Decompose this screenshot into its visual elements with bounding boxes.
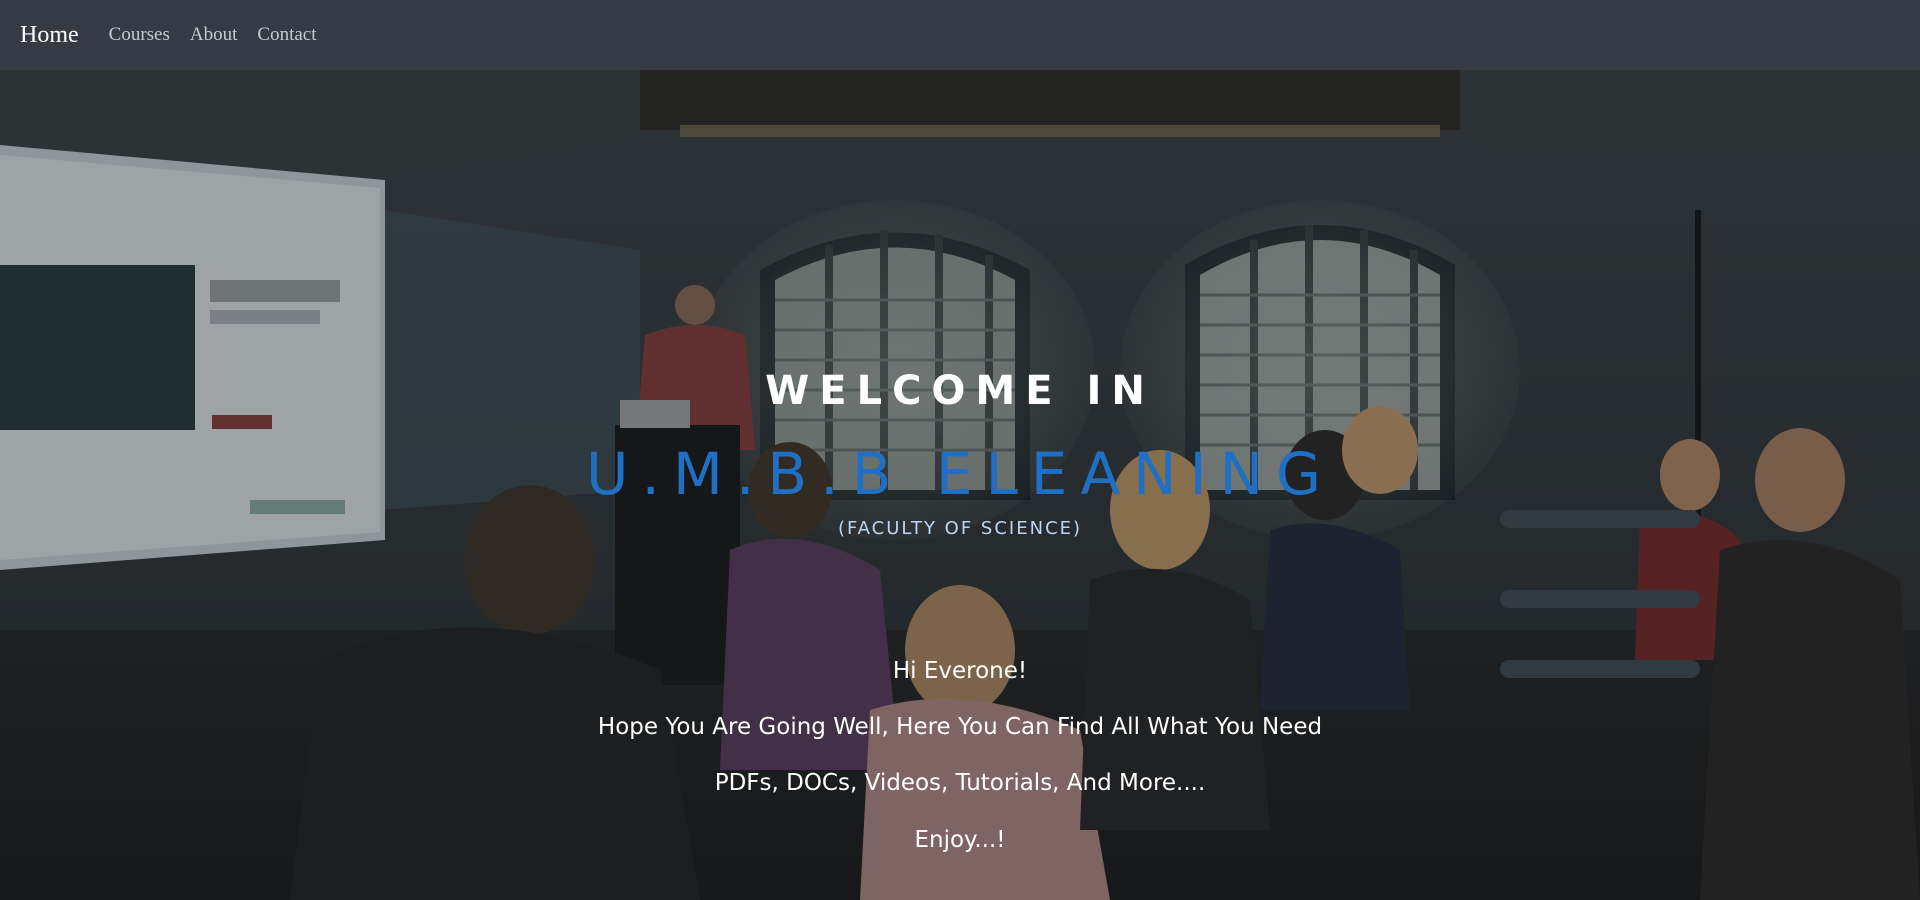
nav-contact-link[interactable]: Contact — [257, 24, 316, 46]
nav-courses-link[interactable]: Courses — [109, 24, 170, 46]
nav-about-link[interactable]: About — [190, 24, 238, 46]
welcome-heading: WELCOME IN — [765, 368, 1155, 414]
top-navbar: Home Courses About Contact — [0, 0, 1920, 70]
intro-text: Hope You Are Going Well, Here You Can Fi… — [597, 714, 1323, 740]
faculty-subtitle: (FACULTY OF SCIENCE) — [837, 518, 1083, 539]
enjoy-text: Enjoy...! — [914, 827, 1006, 853]
resources-text: PDFs, DOCs, Videos, Tutorials, And More.… — [714, 770, 1206, 796]
nav-home-link[interactable]: Home — [20, 22, 79, 49]
hero-section: WELCOME IN U.M.B.B ELEANING (FACULTY OF … — [0, 70, 1920, 900]
greeting-text: Hi Everone! — [892, 658, 1028, 684]
site-name-heading: U.M.B.B ELEANING — [586, 440, 1334, 508]
